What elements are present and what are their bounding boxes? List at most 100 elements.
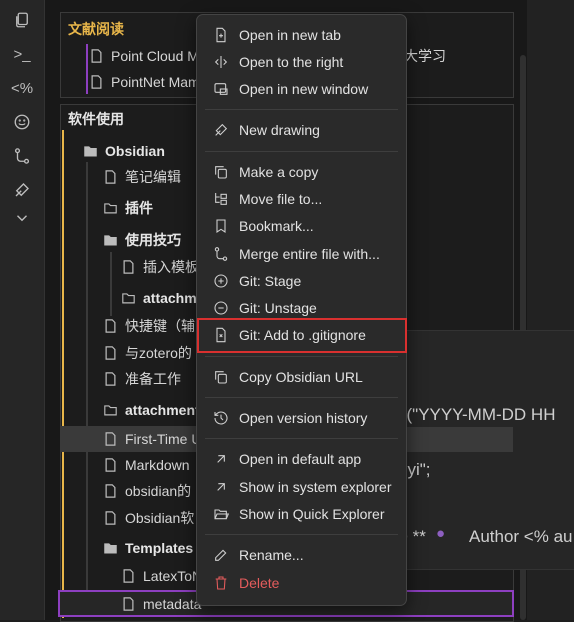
file-icon — [104, 511, 117, 525]
folder-icon — [104, 403, 117, 417]
folder-item-obsidian[interactable]: Obsidian — [84, 138, 165, 164]
file-item[interactable]: Obsidian软 — [104, 505, 194, 531]
context-menu: Open in new tab Open to the right Open i… — [196, 14, 407, 606]
folder-title-software[interactable]: 软件使用 — [68, 109, 124, 129]
hover-preview: y("YYYY-MM-DD HH gyi"; > ** ● Author <% … — [380, 330, 574, 570]
copy-icon — [212, 163, 230, 181]
file-item[interactable]: Markdown — [104, 452, 190, 478]
file-icon — [104, 170, 117, 184]
git-merge-icon — [212, 245, 230, 263]
menu-item-quick-explorer[interactable]: Show in Quick Explorer — [204, 501, 399, 527]
file-icon — [104, 458, 117, 472]
preview-line: Author <% au — [469, 527, 573, 546]
arrow-up-right-icon — [212, 478, 230, 496]
file-label: PointNet Mam — [111, 74, 200, 90]
menu-item-open-new-tab[interactable]: Open in new tab — [204, 22, 399, 48]
file-item[interactable]: 准备工作 — [104, 366, 181, 392]
left-ribbon: >_ <% — [0, 0, 44, 620]
trash-icon — [212, 574, 230, 592]
template-glyph: <% — [10, 79, 34, 97]
folder-title-literature[interactable]: 文献阅读 — [68, 19, 124, 39]
menu-separator — [205, 356, 398, 357]
file-icon — [104, 319, 117, 333]
file-icon — [122, 260, 135, 274]
file-icon — [104, 346, 117, 360]
person-icon: ● — [436, 525, 446, 542]
file-item[interactable]: obsidian的 — [104, 478, 191, 504]
folder-item-templates[interactable]: Templates — [104, 535, 193, 561]
menu-item-make-copy[interactable]: Make a copy — [204, 159, 399, 185]
file-item[interactable]: 与zotero的 — [104, 340, 192, 366]
file-item[interactable]: LatexToN — [122, 563, 202, 589]
file-item[interactable]: 快捷键（辅 — [104, 313, 195, 339]
folder-item[interactable]: 使用技巧 — [104, 227, 181, 253]
smile-icon[interactable] — [10, 110, 34, 134]
minus-circle-icon — [212, 299, 230, 317]
file-icon — [104, 484, 117, 498]
menu-item-open-new-window[interactable]: Open in new window — [204, 76, 399, 102]
folder-tree-icon — [212, 190, 230, 208]
menu-separator — [205, 151, 398, 152]
arrow-up-right-icon — [212, 450, 230, 468]
menu-separator — [205, 534, 398, 535]
menu-item-copy-url[interactable]: Copy Obsidian URL — [204, 364, 399, 390]
menu-separator — [205, 397, 398, 398]
file-icon — [90, 75, 103, 89]
window-icon — [212, 80, 230, 98]
file-item[interactable]: 笔记编辑 — [104, 164, 181, 190]
plus-circle-icon — [212, 272, 230, 290]
folder-open-icon — [104, 233, 117, 247]
menu-item-merge-file[interactable]: Merge entire file with... — [204, 241, 399, 267]
preview-line: y("YYYY-MM-DD HH — [398, 405, 556, 424]
file-icon — [122, 569, 135, 583]
menu-item-open-right[interactable]: Open to the right — [204, 49, 399, 75]
partial-file-label: 大学习 — [404, 48, 446, 64]
file-icon — [122, 596, 135, 611]
folder-open-icon — [212, 505, 230, 523]
file-icon — [104, 372, 117, 386]
indent-guide — [62, 130, 64, 618]
folder-item[interactable]: attachm — [122, 285, 197, 311]
menu-item-git-stage[interactable]: Git: Stage — [204, 268, 399, 294]
indent-guide — [110, 252, 112, 316]
menu-item-open-default-app[interactable]: Open in default app — [204, 446, 399, 472]
git-icon[interactable] — [10, 144, 34, 168]
file-item[interactable]: 插入模板 — [122, 254, 199, 280]
menu-separator — [205, 109, 398, 110]
folder-icon — [122, 291, 135, 305]
menu-item-system-explorer[interactable]: Show in system explorer — [204, 474, 399, 500]
indent-guide — [86, 44, 88, 94]
menu-separator — [205, 438, 398, 439]
drawing-icon[interactable] — [10, 178, 34, 202]
file-item[interactable]: PointNet Mam — [90, 69, 200, 95]
file-label: Point Cloud M — [111, 48, 199, 64]
folder-item[interactable]: 插件 — [104, 195, 153, 221]
menu-item-version-history[interactable]: Open version history — [204, 405, 399, 431]
split-icon — [212, 53, 230, 71]
file-icon — [90, 49, 103, 63]
menu-item-move-file[interactable]: Move file to... — [204, 186, 399, 212]
bookmark-icon — [212, 217, 230, 235]
indent-guide — [86, 162, 88, 592]
file-plus-icon — [212, 26, 230, 44]
menu-item-rename[interactable]: Rename... — [204, 542, 399, 568]
folder-item[interactable]: attachment — [104, 397, 200, 423]
copy-icon — [212, 368, 230, 386]
chevron-down-icon[interactable] — [10, 206, 34, 230]
drawing-icon — [212, 121, 230, 139]
file-item[interactable]: Point Cloud M — [90, 43, 199, 69]
highlight-annotation — [197, 318, 407, 353]
folder-icon — [104, 201, 117, 215]
files-icon[interactable] — [10, 8, 34, 32]
terminal-glyph: >_ — [13, 45, 31, 63]
menu-item-new-drawing[interactable]: New drawing — [204, 117, 399, 143]
terminal-icon[interactable]: >_ — [10, 42, 34, 66]
folder-open-icon — [84, 144, 97, 158]
template-icon[interactable]: <% — [10, 76, 34, 100]
folder-open-icon — [104, 541, 117, 555]
menu-item-delete[interactable]: Delete — [204, 570, 399, 596]
pencil-icon — [212, 546, 230, 564]
menu-item-bookmark[interactable]: Bookmark... — [204, 213, 399, 239]
file-icon — [104, 432, 117, 446]
history-icon — [212, 409, 230, 427]
